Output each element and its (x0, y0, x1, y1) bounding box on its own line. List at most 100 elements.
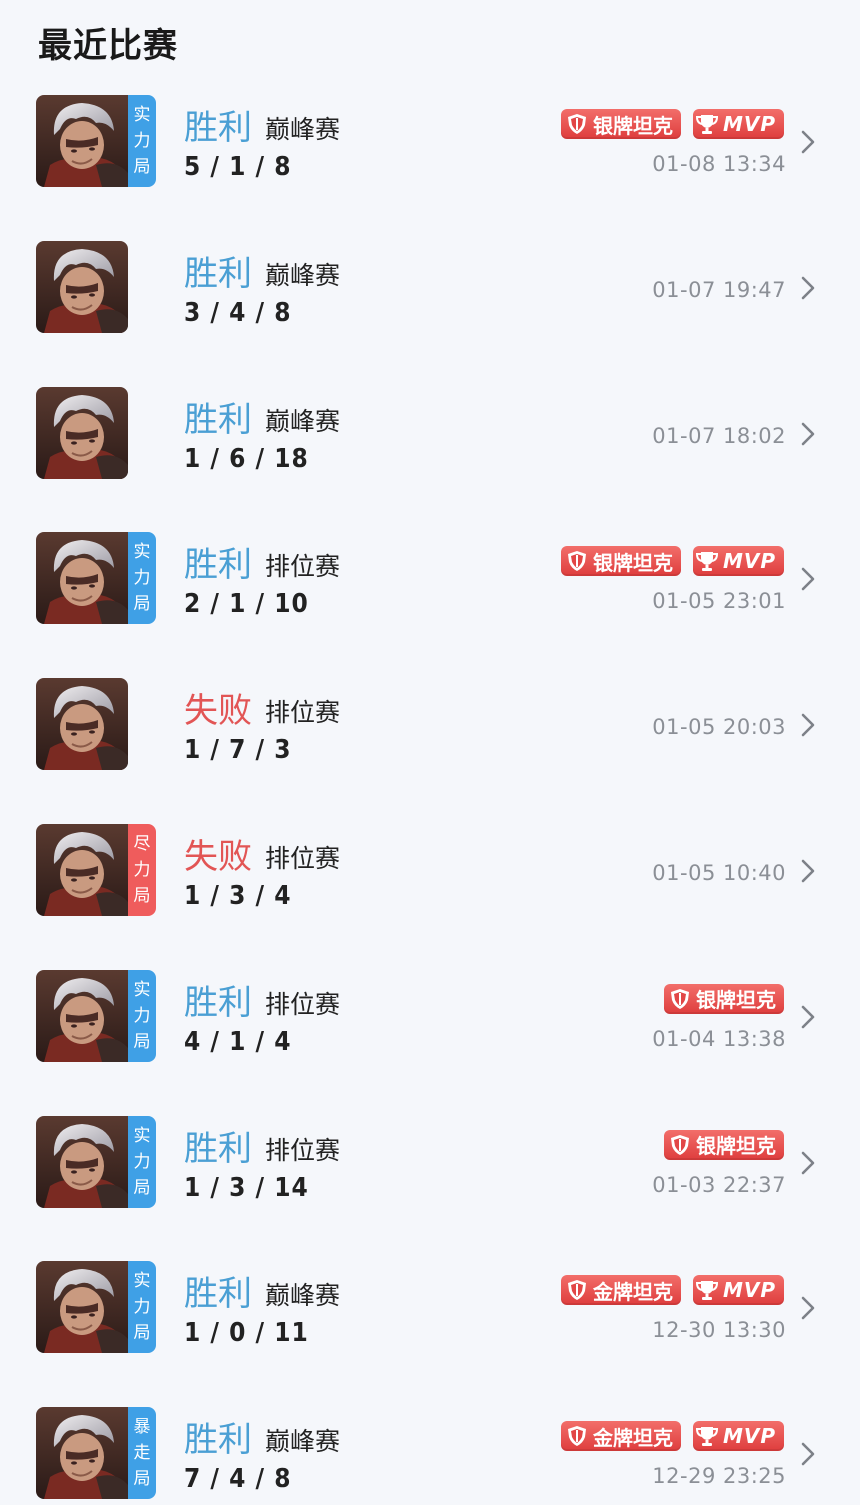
match-mode: 巅峰赛 (265, 1281, 341, 1311)
match-row[interactable]: 暴走局 胜利 巅峰赛 7 / 4 / 8 金牌坦克 MVP 12-29 23:25 (0, 1388, 860, 1505)
badge-label: MVP (722, 1278, 776, 1303)
tag-char: 局 (133, 1031, 151, 1052)
badge-label: 银牌坦克 (592, 550, 673, 575)
match-row[interactable]: 实力局 胜利 排位赛 1 / 3 / 14 银牌坦克 01-03 22:37 (0, 1097, 860, 1243)
chevron-right-icon (801, 1151, 815, 1174)
badge-label: 银牌坦克 (696, 988, 776, 1013)
mvp-badge: MVP (692, 109, 784, 139)
match-mode: 巅峰赛 (265, 406, 341, 436)
trophy-icon (695, 552, 718, 572)
match-kda: 1 / 3 / 4 (184, 880, 292, 911)
trophy-icon (695, 1427, 718, 1447)
mvp-badge: MVP (692, 1421, 784, 1452)
tag-char: 实 (133, 1271, 151, 1292)
match-mode: 巅峰赛 (265, 260, 341, 290)
tank-badge: 金牌坦克 (560, 1275, 681, 1306)
tag-char: 局 (133, 1323, 151, 1344)
tag-char: 力 (133, 568, 151, 589)
tag-char: 力 (133, 859, 151, 880)
chevron-right-icon (801, 859, 815, 883)
match-kda: 1 / 0 / 11 (184, 1318, 309, 1349)
match-mode: 巅峰赛 (265, 1427, 341, 1457)
match-result: 胜利 (184, 982, 252, 1023)
match-result: 胜利 (184, 1128, 252, 1169)
trophy-icon (695, 115, 718, 134)
hero-avatar (36, 823, 128, 916)
tag-char: 局 (133, 157, 151, 177)
tank-badge: 银牌坦克 (560, 546, 681, 577)
match-time: 12-29 23:25 (652, 1464, 786, 1489)
match-time: 01-03 22:37 (652, 1172, 786, 1197)
match-performance-tag: 实力局 (128, 1115, 156, 1208)
match-row[interactable]: 失败 排位赛 1 / 7 / 3 01-05 20:03 (0, 659, 860, 805)
chevron-right-icon (801, 276, 815, 300)
match-kda: 7 / 4 / 8 (184, 1464, 292, 1495)
match-time: 12-30 13:30 (652, 1318, 786, 1343)
match-time: 01-07 18:02 (652, 423, 786, 448)
tag-char: 走 (133, 1443, 151, 1464)
match-badges: 金牌坦克 MVP (560, 1275, 784, 1306)
match-row[interactable]: 实力局 胜利 排位赛 4 / 1 / 4 银牌坦克 01-04 13:38 (0, 951, 860, 1097)
shield-icon (671, 988, 689, 1009)
match-mode: 排位赛 (265, 843, 341, 873)
badge-label: 银牌坦克 (696, 1134, 776, 1159)
chevron-right-icon (801, 713, 815, 737)
match-row[interactable]: 实力局 胜利 巅峰赛 1 / 0 / 11 金牌坦克 MVP 12-30 13:3… (0, 1242, 860, 1388)
tank-badge: 金牌坦克 (560, 1421, 681, 1452)
badge-label: MVP (722, 549, 776, 574)
shield-icon (567, 1426, 586, 1447)
match-kda: 3 / 4 / 8 (184, 297, 292, 328)
match-row[interactable]: 实力局 胜利 排位赛 2 / 1 / 10 银牌坦克 MVP 01-05 23:0… (0, 513, 860, 659)
tag-char: 力 (133, 1151, 151, 1172)
match-kda: 5 / 1 / 8 (184, 152, 292, 182)
hero-avatar (36, 240, 128, 333)
chevron-right-icon (801, 1005, 815, 1029)
hero-avatar (36, 1115, 128, 1208)
tag-char: 力 (133, 1005, 151, 1026)
chevron-right-icon (801, 568, 815, 591)
match-time: 01-05 23:01 (652, 589, 786, 614)
tag-char: 局 (133, 885, 151, 906)
tag-char: 实 (133, 105, 151, 125)
match-badges: 银牌坦克 (664, 1129, 784, 1160)
match-kda: 2 / 1 / 10 (184, 589, 309, 620)
badge-label: 银牌坦克 (592, 113, 673, 138)
match-row[interactable]: 胜利 巅峰赛 3 / 4 / 8 01-07 19:47 (0, 222, 860, 368)
hero-avatar (36, 386, 128, 479)
match-performance-tag: 实力局 (128, 532, 156, 625)
tag-char: 局 (133, 594, 151, 615)
tag-char: 实 (133, 979, 151, 1000)
tag-char: 力 (133, 131, 151, 151)
tank-badge: 银牌坦克 (664, 1129, 784, 1160)
match-performance-tag: 尽力局 (128, 823, 156, 916)
match-badges: 银牌坦克 (664, 983, 784, 1014)
match-badges: 银牌坦克 MVP (560, 109, 784, 139)
hero-avatar (36, 1261, 128, 1354)
match-row[interactable]: 胜利 巅峰赛 1 / 6 / 18 01-07 18:02 (0, 368, 860, 514)
match-result: 胜利 (184, 545, 252, 586)
match-kda: 1 / 6 / 18 (184, 443, 309, 474)
chevron-right-icon (801, 422, 815, 445)
match-badges: 银牌坦克 MVP (560, 546, 784, 577)
shield-icon (567, 551, 586, 572)
match-list: 实力局 胜利 巅峰赛 5 / 1 / 8 银牌坦克 MVP 01-08 13:34 (0, 76, 860, 1505)
hero-avatar (36, 1407, 128, 1500)
match-result: 失败 (184, 691, 252, 732)
badge-label: 金牌坦克 (592, 1425, 673, 1450)
tag-char: 局 (133, 1469, 151, 1490)
match-result: 失败 (184, 836, 252, 877)
match-time: 01-05 20:03 (652, 715, 786, 740)
match-row[interactable]: 尽力局 失败 排位赛 1 / 3 / 4 01-05 10:40 (0, 805, 860, 951)
match-performance-tag: 实力局 (128, 1261, 156, 1354)
match-result: 胜利 (184, 399, 252, 440)
badge-label: MVP (722, 1424, 776, 1449)
shield-icon (671, 1134, 689, 1155)
mvp-badge: MVP (692, 546, 784, 577)
match-performance-tag: 实力局 (128, 969, 156, 1062)
shield-icon (567, 114, 586, 134)
match-performance-tag: 暴走局 (128, 1407, 156, 1500)
tag-char: 实 (133, 1125, 151, 1146)
match-row[interactable]: 实力局 胜利 巅峰赛 5 / 1 / 8 银牌坦克 MVP 01-08 13:34 (0, 76, 860, 222)
match-kda: 1 / 7 / 3 (184, 735, 292, 766)
hero-avatar (36, 532, 128, 625)
